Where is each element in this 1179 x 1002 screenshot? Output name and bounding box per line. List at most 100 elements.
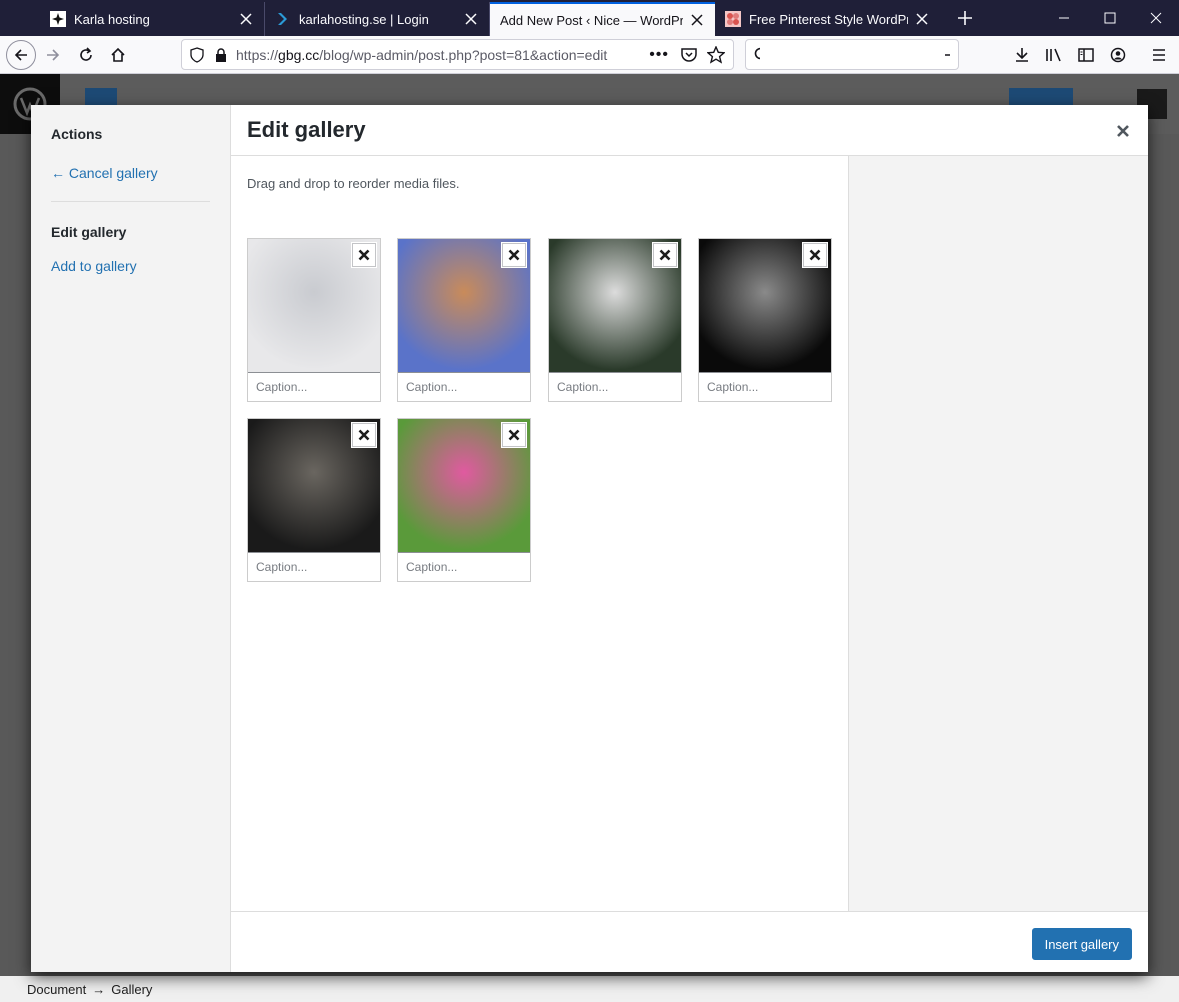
breadcrumb-item-gallery[interactable]: Gallery bbox=[111, 982, 152, 997]
forward-button[interactable] bbox=[38, 40, 68, 70]
add-to-gallery-link[interactable]: Add to gallery bbox=[51, 258, 137, 274]
remove-image-button[interactable] bbox=[502, 423, 526, 447]
sidebar-button[interactable] bbox=[1071, 40, 1101, 70]
close-tab-icon[interactable] bbox=[689, 12, 705, 28]
close-icon bbox=[1150, 12, 1162, 24]
chevron-logo-icon bbox=[275, 11, 291, 27]
remove-image-button[interactable] bbox=[352, 423, 376, 447]
star-icon[interactable] bbox=[707, 45, 725, 64]
attachment-details-sidebar bbox=[848, 156, 1148, 911]
address-bar[interactable]: https://gbg.cc/blog/wp-admin/post.php?po… bbox=[181, 39, 734, 70]
breadcrumb-arrow: → bbox=[92, 981, 106, 997]
library-button[interactable] bbox=[1039, 40, 1069, 70]
close-icon bbox=[809, 249, 821, 261]
hamburger-icon bbox=[1153, 49, 1165, 61]
close-tab-icon[interactable] bbox=[463, 11, 479, 27]
close-icon bbox=[1117, 125, 1129, 137]
modal-menu: Actions ← Cancel gallery Edit gallery Ad… bbox=[31, 105, 231, 972]
gallery-item[interactable] bbox=[548, 238, 682, 402]
home-button[interactable] bbox=[103, 40, 133, 70]
url-domain: gbg.cc bbox=[278, 46, 320, 63]
gallery-item[interactable] bbox=[247, 418, 381, 582]
tab-title: Karla hosting bbox=[74, 11, 150, 27]
tab-title: Free Pinterest Style WordPress T bbox=[749, 11, 908, 27]
breadcrumb: Document → Gallery bbox=[0, 976, 1179, 1002]
navigation-toolbar: https://gbg.cc/blog/wp-admin/post.php?po… bbox=[0, 36, 1179, 74]
arrow-right-icon bbox=[47, 49, 60, 61]
plus-icon bbox=[958, 11, 972, 25]
remove-image-button[interactable] bbox=[502, 243, 526, 267]
menu-heading: Actions bbox=[51, 126, 103, 142]
download-icon bbox=[1016, 48, 1028, 62]
tab-karla-hosting[interactable]: Karla hosting bbox=[40, 2, 265, 36]
menu-item-edit-gallery[interactable]: Edit gallery bbox=[51, 224, 126, 240]
maximize-button[interactable] bbox=[1087, 0, 1133, 36]
menu-button[interactable] bbox=[1144, 40, 1174, 70]
close-icon bbox=[508, 249, 520, 261]
back-button[interactable] bbox=[6, 40, 36, 70]
tab-title: Add New Post ‹ Nice — WordPress bbox=[500, 12, 683, 28]
wordpress-star-icon bbox=[50, 11, 66, 27]
new-tab-button[interactable] bbox=[942, 0, 988, 36]
modal-toolbar: Insert gallery bbox=[231, 911, 1148, 972]
search-icon bbox=[754, 47, 760, 59]
gallery-item[interactable] bbox=[247, 238, 381, 402]
modal-title-bar: Edit gallery bbox=[231, 105, 1148, 156]
tab-bar: Karla hosting karlahosting.se | Login Ad… bbox=[0, 0, 1179, 36]
caption-field[interactable] bbox=[248, 552, 380, 581]
gallery-item[interactable] bbox=[397, 238, 531, 402]
caption-field[interactable] bbox=[398, 552, 530, 581]
remove-image-button[interactable] bbox=[803, 243, 827, 267]
url-path: /blog/wp-admin/post.php?post=81&action=e… bbox=[319, 46, 608, 63]
cancel-gallery-link[interactable]: ← Cancel gallery bbox=[51, 165, 158, 181]
close-modal-button[interactable] bbox=[1108, 116, 1138, 146]
reload-button[interactable] bbox=[71, 40, 101, 70]
shield-icon[interactable] bbox=[190, 46, 204, 63]
close-window-button[interactable] bbox=[1133, 0, 1179, 36]
tab-karlahosting-login[interactable]: karlahosting.se | Login bbox=[265, 2, 490, 36]
close-icon bbox=[358, 429, 370, 441]
attachments-browser: Drag and drop to reorder media files. bbox=[231, 156, 848, 911]
modal-title: Edit gallery bbox=[247, 117, 366, 142]
caption-field[interactable] bbox=[398, 372, 530, 401]
arrow-left-icon bbox=[14, 49, 27, 61]
url-text[interactable]: https://gbg.cc/blog/wp-admin/post.php?po… bbox=[236, 47, 643, 63]
close-icon bbox=[358, 249, 370, 261]
maximize-icon bbox=[1104, 12, 1116, 24]
remove-image-button[interactable] bbox=[653, 243, 677, 267]
tab-pinterest-style[interactable]: Free Pinterest Style WordPress T bbox=[715, 2, 940, 36]
caption-field[interactable] bbox=[699, 372, 831, 401]
pocket-icon[interactable] bbox=[680, 46, 698, 64]
library-icon bbox=[1046, 48, 1061, 62]
page-actions-icon[interactable]: ••• bbox=[649, 46, 669, 64]
reorder-instructions: Drag and drop to reorder media files. bbox=[247, 176, 460, 191]
sidebar-icon bbox=[1078, 48, 1094, 62]
breadcrumb-item-document[interactable]: Document bbox=[27, 982, 86, 997]
minimize-icon bbox=[1059, 17, 1069, 19]
url-prefix: https:// bbox=[236, 46, 279, 63]
gallery-item[interactable] bbox=[397, 418, 531, 582]
close-icon bbox=[508, 429, 520, 441]
pinwheel-icon bbox=[725, 11, 741, 27]
tab-title: karlahosting.se | Login bbox=[299, 11, 429, 27]
arrow-right-icon[interactable] bbox=[944, 47, 950, 63]
remove-image-button[interactable] bbox=[352, 243, 376, 267]
lock-icon[interactable] bbox=[214, 47, 228, 63]
home-icon bbox=[111, 47, 125, 62]
search-input[interactable] bbox=[768, 47, 944, 62]
gallery-item[interactable] bbox=[698, 238, 832, 402]
tab-add-new-post[interactable]: Add New Post ‹ Nice — WordPress bbox=[490, 2, 715, 36]
menu-separator bbox=[51, 201, 210, 202]
insert-gallery-button[interactable]: Insert gallery bbox=[1031, 928, 1132, 960]
edit-gallery-modal: Actions ← Cancel gallery Edit gallery Ad… bbox=[31, 105, 1148, 972]
downloads-button[interactable] bbox=[1007, 40, 1037, 70]
search-bar[interactable] bbox=[745, 39, 959, 70]
account-button[interactable] bbox=[1103, 40, 1133, 70]
caption-field[interactable] bbox=[248, 372, 380, 401]
close-tab-icon[interactable] bbox=[914, 11, 930, 27]
close-tab-icon[interactable] bbox=[238, 11, 254, 27]
reload-icon bbox=[80, 47, 92, 61]
caption-field[interactable] bbox=[549, 372, 681, 401]
minimize-button[interactable] bbox=[1041, 0, 1087, 36]
close-icon bbox=[659, 249, 671, 261]
